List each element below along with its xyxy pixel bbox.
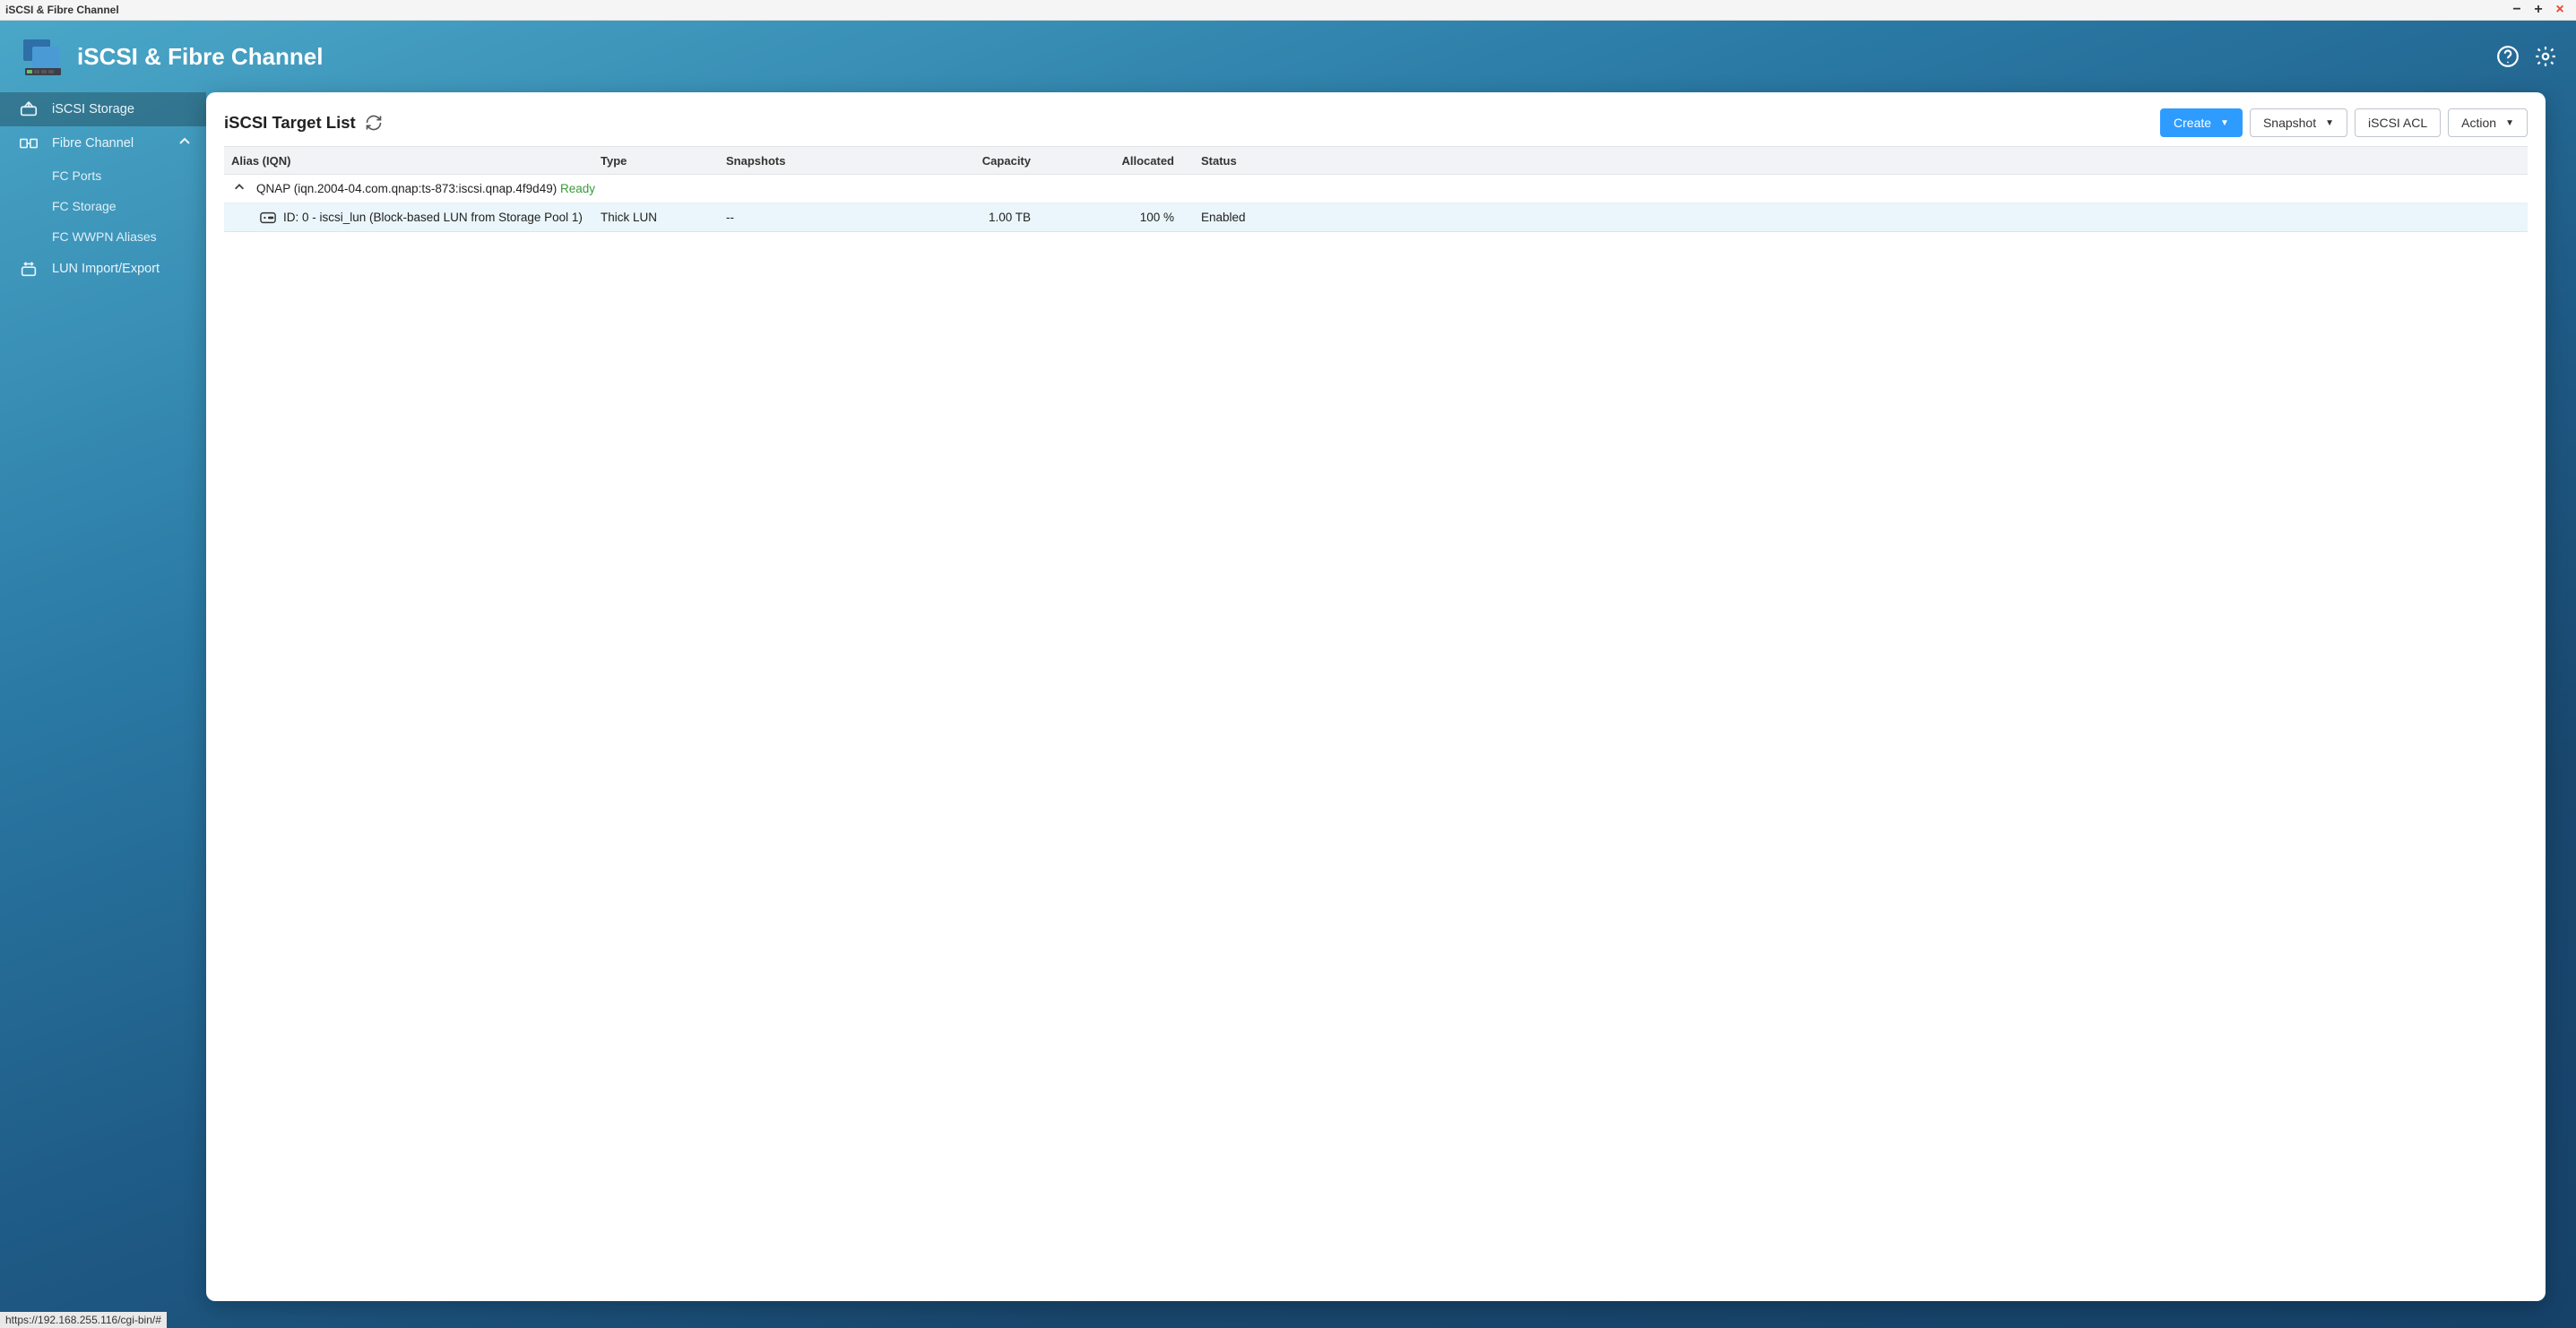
fibre-channel-icon [18,133,39,154]
app-logo-icon [18,32,66,81]
window-titlebar: iSCSI & Fibre Channel − + × [0,0,2576,21]
app-window: iSCSI & Fibre Channel iSCSI Storage Fibr… [0,21,2576,1328]
lun-snapshots: -- [726,211,905,224]
sidebar-item-label: FC WWPN Aliases [52,229,157,244]
table-header-row: Alias (IQN) Type Snapshots Capacity Allo… [224,146,2528,175]
col-header-allocated[interactable]: Allocated [1049,154,1201,168]
target-state: Ready [557,182,595,195]
window-title: iSCSI & Fibre Channel [5,4,119,16]
refresh-icon[interactable] [365,114,383,132]
main-panel: iSCSI Target List Create ▼ Snapshot ▼ iSCS… [206,92,2546,1301]
sidebar-item-iscsi-storage[interactable]: iSCSI Storage [0,92,206,126]
status-bar: https://192.168.255.116/cgi-bin/# [0,1312,167,1328]
iscsi-acl-button[interactable]: iSCSI ACL [2355,108,2441,137]
lun-type: Thick LUN [601,211,726,224]
button-label: Snapshot [2263,116,2316,130]
chevron-down-icon: ▼ [2505,118,2514,128]
lun-allocated: 100 % [1049,211,1201,224]
lun-name: ID: 0 - iscsi_lun (Block-based LUN from … [283,211,583,224]
col-header-type[interactable]: Type [601,154,726,168]
iscsi-storage-icon [18,99,39,120]
chevron-down-icon: ▼ [2325,118,2334,128]
snapshot-button[interactable]: Snapshot ▼ [2250,108,2347,137]
window-minimize-button[interactable]: − [2506,2,2528,18]
action-button[interactable]: Action ▼ [2448,108,2528,137]
app-header: iSCSI & Fibre Channel [0,21,2576,92]
sidebar-item-lun-import-export[interactable]: LUN Import/Export [0,252,206,286]
button-label: iSCSI ACL [2368,116,2427,130]
help-icon[interactable] [2495,44,2520,69]
sidebar-item-fibre-channel[interactable]: Fibre Channel [0,126,206,160]
col-header-status[interactable]: Status [1201,154,2528,168]
app-title: iSCSI & Fibre Channel [77,43,324,71]
sidebar-item-fc-wwpn-aliases[interactable]: FC WWPN Aliases [0,221,206,252]
sidebar-item-label: iSCSI Storage [52,102,134,116]
button-label: Create [2174,116,2211,130]
sidebar-item-fc-ports[interactable]: FC Ports [0,160,206,191]
sidebar-item-fc-storage[interactable]: FC Storage [0,191,206,221]
status-text: https://192.168.255.116/cgi-bin/# [5,1314,161,1326]
lun-capacity: 1.00 TB [905,211,1049,224]
col-header-alias[interactable]: Alias (IQN) [224,154,601,168]
window-maximize-button[interactable]: + [2528,2,2549,18]
col-header-snapshots[interactable]: Snapshots [726,154,905,168]
sidebar-item-label: FC Ports [52,168,101,183]
sidebar-item-label: Fibre Channel [52,136,134,151]
lun-status: Enabled [1201,211,2528,224]
target-alias-prefix: QNAP [256,182,294,195]
window-close-button[interactable]: × [2549,2,2571,18]
chevron-down-icon: ▼ [2220,118,2229,128]
panel-title: iSCSI Target List [224,113,356,133]
panel-toolbar: iSCSI Target List Create ▼ Snapshot ▼ iSCS… [224,108,2528,137]
create-button[interactable]: Create ▼ [2160,108,2243,137]
chevron-up-icon[interactable] [228,181,251,196]
lun-row[interactable]: ID: 0 - iscsi_lun (Block-based LUN from … [224,203,2528,232]
button-label: Action [2461,116,2496,130]
lun-icon [260,211,276,224]
chevron-up-icon [177,134,192,152]
sidebar: iSCSI Storage Fibre Channel FC Ports FC … [0,92,206,1328]
col-header-capacity[interactable]: Capacity [905,154,1049,168]
target-iqn: (iqn.2004-04.com.qnap:ts-873:iscsi.qnap.… [294,182,557,195]
sidebar-item-label: LUN Import/Export [52,262,160,276]
lun-import-export-icon [18,258,39,280]
gear-icon[interactable] [2533,44,2558,69]
sidebar-item-label: FC Storage [52,199,117,213]
target-row[interactable]: QNAP (iqn.2004-04.com.qnap:ts-873:iscsi.… [224,175,2528,203]
